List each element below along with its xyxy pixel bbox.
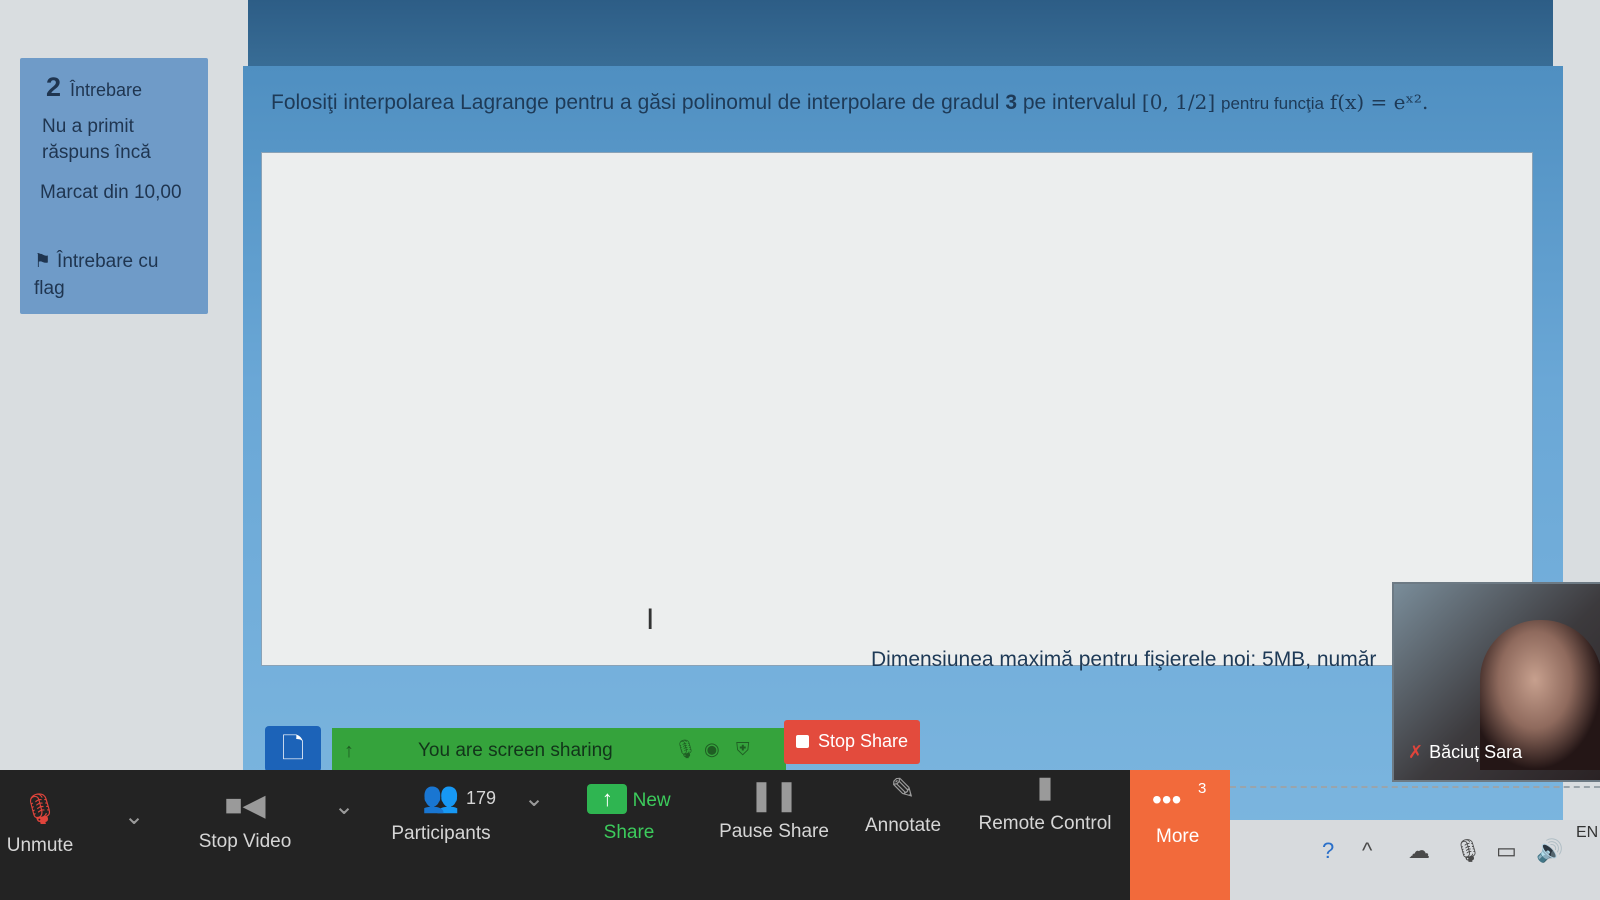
mic-muted-icon[interactable]: 🎙: [674, 739, 697, 760]
more-button[interactable]: ••• 3 More: [1130, 770, 1230, 900]
stop-share-button[interactable]: Stop Share: [784, 720, 920, 764]
top-header-strip: [248, 0, 1553, 76]
participants-count: 179: [466, 788, 497, 808]
remote-control-label: Remote Control: [978, 813, 1112, 834]
more-badge: 3: [1198, 780, 1207, 797]
question-function-prefix: pentru funcţia: [1221, 94, 1325, 113]
screen-sharing-label: You are screen sharing: [418, 740, 613, 761]
mic-muted-icon: ✗: [1408, 742, 1424, 762]
answer-editor[interactable]: I: [261, 152, 1533, 666]
dots-icon: •••: [1152, 784, 1182, 815]
chevron-down-icon[interactable]: ⌄: [524, 784, 544, 813]
microphone-icon[interactable]: 🎙: [1454, 838, 1482, 864]
mic-muted-icon: 🎙: [20, 793, 60, 826]
flag-icon: ⚑: [34, 251, 52, 272]
help-icon[interactable]: ?: [1322, 838, 1334, 864]
question-number: 2: [46, 72, 62, 102]
pause-share-button[interactable]: ❚❚ Pause Share: [704, 778, 844, 843]
caret-up-icon[interactable]: ^: [1362, 838, 1372, 864]
flag-question-link[interactable]: ⚑ Întrebare cu flag: [34, 248, 194, 302]
unmute-label: Unmute: [6, 835, 74, 856]
question-degree: 3: [1005, 91, 1017, 114]
stop-share-label: Stop Share: [818, 731, 909, 751]
text-cursor-icon: I: [646, 603, 655, 636]
video-name-tag: ✗ Băciuț Sara: [1408, 742, 1522, 763]
self-video-thumbnail[interactable]: ✗ Băciuț Sara: [1392, 582, 1600, 782]
battery-icon[interactable]: ▭: [1496, 838, 1517, 864]
pencil-icon: ✎: [890, 773, 916, 806]
annotate-label: Annotate: [864, 815, 942, 836]
record-icon[interactable]: ◉: [704, 739, 720, 760]
stop-icon: [796, 735, 809, 748]
question-info-panel: 2 Întrebare Nu a primit răspuns încă Mar…: [20, 58, 208, 314]
video-name: Băciuț Sara: [1429, 742, 1523, 762]
pause-icon: ❚❚: [748, 779, 800, 812]
arrow-up-icon: ↑: [344, 740, 354, 762]
participants-label: Participants: [391, 823, 491, 844]
answer-status: Nu a primit răspuns încă: [42, 116, 151, 163]
question-interval: [0, 1/2]: [1141, 90, 1216, 114]
language-indicator[interactable]: EN: [1576, 824, 1598, 842]
remote-control-button[interactable]: ▮ Remote Control: [970, 770, 1120, 835]
question-main-text: Folosiţi interpolarea Lagrange pentru a …: [271, 91, 1000, 114]
stop-video-label: Stop Video: [198, 831, 292, 852]
system-tray: ? ^ ☁ 🎙 ▭ 🔊 EN: [1230, 820, 1600, 900]
camera-icon: ■◀: [224, 789, 266, 822]
more-label: More: [1156, 826, 1200, 847]
speaker-icon[interactable]: 🔊: [1536, 838, 1563, 864]
chevron-down-icon[interactable]: ⌄: [124, 802, 144, 831]
question-word: Întrebare: [70, 80, 143, 100]
question-text: Folosiţi interpolarea Lagrange pentru a …: [271, 90, 1551, 115]
chevron-down-icon[interactable]: ⌄: [334, 792, 354, 821]
question-interval-prefix: pe intervalul: [1022, 91, 1137, 114]
mouse-icon: ▮: [1036, 771, 1054, 804]
shield-icon[interactable]: ⛨: [736, 739, 750, 760]
max-file-size-info: Dimensiunea maximă pentru fişierele noi:…: [871, 648, 1377, 671]
pause-share-label: Pause Share: [719, 821, 829, 842]
question-mark: Marcat din 10,00: [40, 182, 182, 203]
new-share-button[interactable]: ↑ New Share: [564, 784, 694, 844]
flag-label: Întrebare cu flag: [34, 251, 159, 299]
annotate-button[interactable]: ✎ Annotate: [848, 772, 958, 837]
cloud-icon[interactable]: ☁: [1408, 838, 1430, 864]
share-arrow-icon: ↑: [587, 784, 628, 814]
stop-video-button[interactable]: ■◀ Stop Video: [180, 788, 310, 853]
file-picker-button[interactable]: 🗋: [265, 726, 321, 772]
unmute-button[interactable]: 🎙 Unmute: [0, 792, 80, 857]
file-icon: 🗋: [281, 733, 305, 764]
meeting-toolbar: 🎙 Unmute ⌄ ■◀ Stop Video ⌄ 👥 Participant…: [0, 770, 1230, 900]
divider: [1230, 786, 1600, 788]
question-function: f(x) = eˣ².: [1329, 90, 1429, 114]
